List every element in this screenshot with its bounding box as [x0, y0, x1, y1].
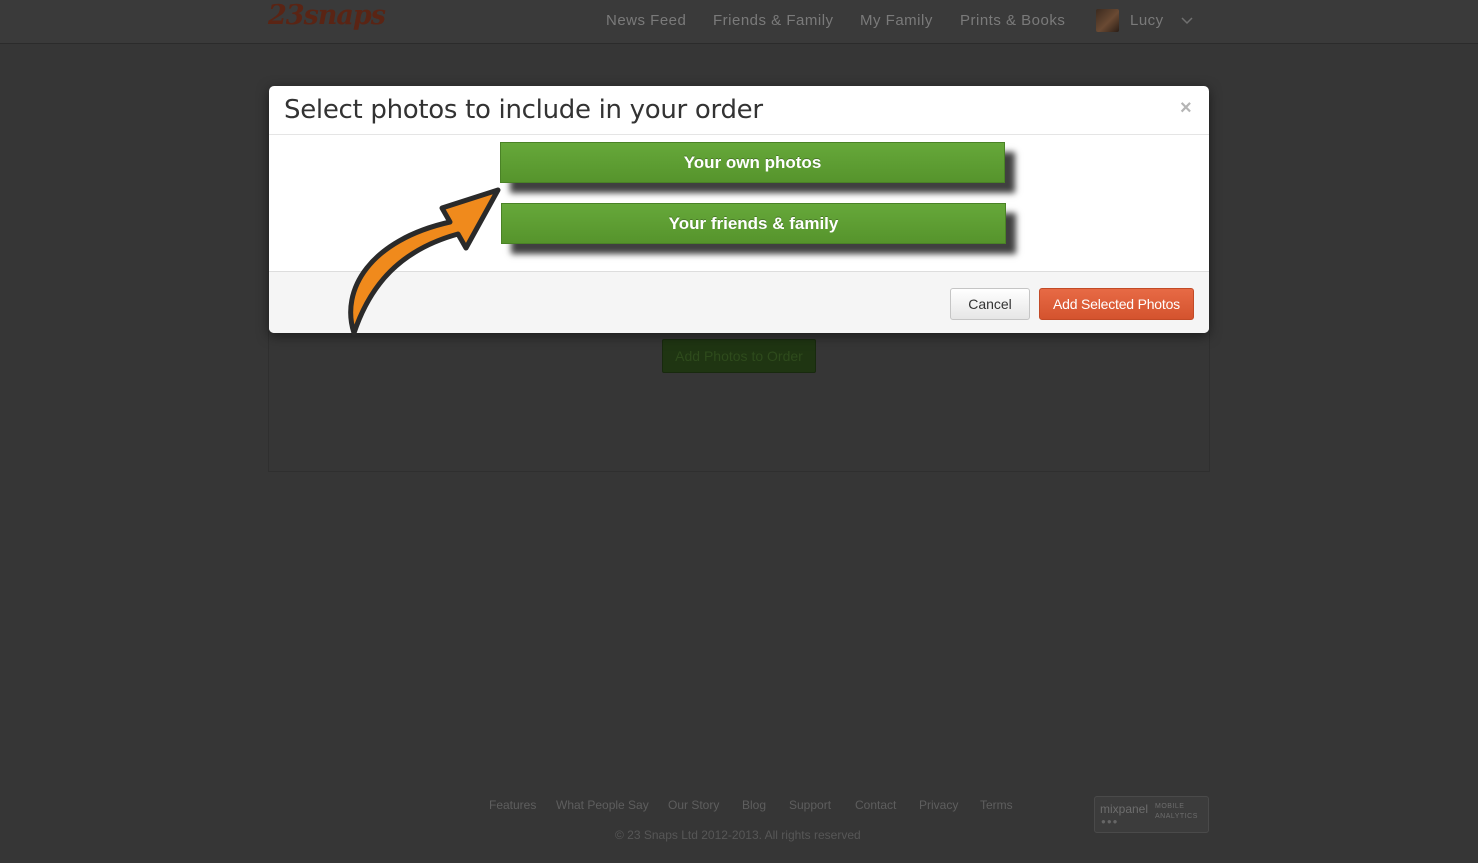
- footer-link-features[interactable]: Features: [489, 798, 536, 812]
- modal-header: Select photos to include in your order ×: [269, 86, 1209, 135]
- chevron-down-icon[interactable]: [1180, 9, 1194, 33]
- footer-link-blog[interactable]: Blog: [742, 798, 766, 812]
- logo[interactable]: 23snaps: [268, 0, 386, 31]
- cancel-button[interactable]: Cancel: [950, 288, 1030, 320]
- your-own-photos-button[interactable]: Your own photos: [500, 142, 1005, 183]
- page-footer: Features What People Say Our Story Blog …: [0, 775, 1478, 863]
- friends-family-photos-button[interactable]: Your friends & family: [501, 203, 1006, 244]
- mixpanel-name: mixpanel: [1100, 802, 1149, 816]
- top-nav-bar: 23snaps News Feed Friends & Family My Fa…: [0, 0, 1478, 44]
- mixpanel-sub-mobile: MOBILE: [1155, 803, 1185, 810]
- add-selected-photos-button[interactable]: Add Selected Photos: [1039, 288, 1194, 320]
- nav-prints-books[interactable]: Prints & Books: [960, 12, 1065, 29]
- dots-icon: ●●●: [1101, 817, 1119, 826]
- curved-arrow-icon: [348, 187, 501, 336]
- avatar[interactable]: [1096, 9, 1119, 32]
- footer-link-privacy[interactable]: Privacy: [919, 798, 958, 812]
- footer-link-terms[interactable]: Terms: [980, 798, 1013, 812]
- close-icon[interactable]: ×: [1180, 97, 1192, 120]
- nav-my-family[interactable]: My Family: [860, 12, 933, 29]
- modal-title: Select photos to include in your order: [284, 95, 763, 125]
- nav-news-feed[interactable]: News Feed: [606, 12, 686, 29]
- footer-link-contact[interactable]: Contact: [855, 798, 896, 812]
- mixpanel-badge[interactable]: mixpanel MOBILE ANALYTICS ●●●: [1094, 796, 1209, 833]
- add-photos-to-order-button[interactable]: Add Photos to Order: [662, 339, 816, 373]
- copyright-text: © 23 Snaps Ltd 2012-2013. All rights res…: [615, 828, 861, 842]
- user-name[interactable]: Lucy: [1130, 12, 1164, 29]
- footer-link-what-people-say[interactable]: What People Say: [556, 798, 649, 812]
- nav-friends-family[interactable]: Friends & Family: [713, 12, 834, 29]
- footer-link-support[interactable]: Support: [789, 798, 831, 812]
- mixpanel-sub-analytics: ANALYTICS: [1155, 813, 1198, 820]
- footer-link-our-story[interactable]: Our Story: [668, 798, 719, 812]
